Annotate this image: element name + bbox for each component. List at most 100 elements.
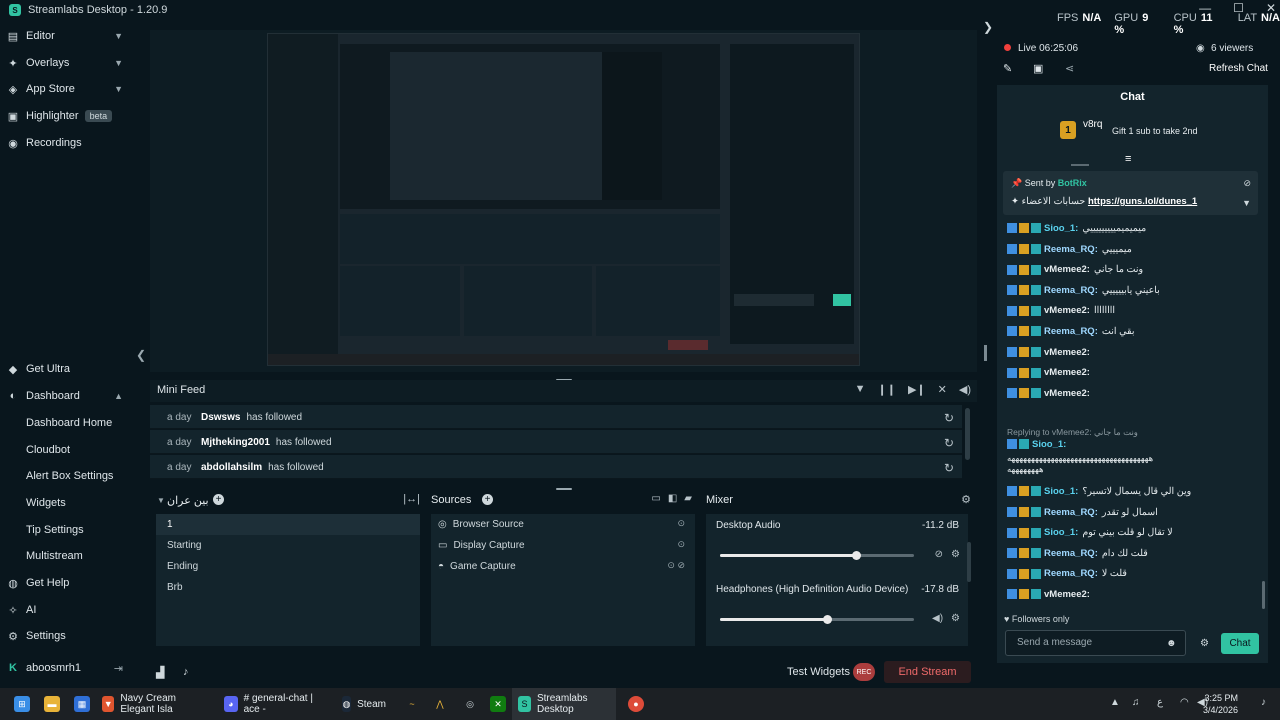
stats-chart-icon[interactable]: ▟ — [156, 666, 164, 679]
volume-icon[interactable]: ◀) — [959, 383, 971, 396]
chat-username[interactable]: Sioo_1: — [1032, 439, 1066, 450]
notification-bell-icon[interactable]: ♪ — [1261, 697, 1266, 708]
language-indicator[interactable]: ع — [1157, 697, 1163, 708]
pause-icon[interactable]: ❙❙ — [878, 383, 896, 396]
gear-icon[interactable]: ⚙ — [951, 549, 960, 560]
volume-slider[interactable] — [720, 615, 914, 624]
gear-icon[interactable]: ⚙ — [961, 493, 971, 506]
mute-alerts-icon[interactable]: ✕ — [938, 383, 947, 396]
taskbar-streamlabs[interactable]: S Streamlabs Desktop — [512, 688, 616, 720]
sidebar-item-highlighter[interactable]: ▣ Highlighter beta — [0, 103, 135, 129]
notifications-icon[interactable]: ♪ — [183, 666, 189, 678]
replay-icon[interactable]: ↻ — [944, 461, 954, 475]
source-settings-icon[interactable]: ◧ — [668, 493, 677, 504]
sidebar-item-app-store[interactable]: ◈ App Store ▼ — [0, 76, 135, 102]
taskbar-chrome[interactable]: ● — [622, 688, 650, 720]
taskbar-explorer[interactable]: ▬ — [38, 688, 66, 720]
chat-username[interactable]: Reema_RQ: — [1044, 326, 1098, 337]
volume-slider[interactable] — [720, 551, 914, 560]
expand-chat-icon[interactable]: ❯ — [983, 20, 993, 34]
source-item[interactable]: ◓ Game Capture ⊙ ⊘ — [431, 556, 695, 577]
lock-icon[interactable]: ⊙ — [677, 518, 685, 529]
chat-username[interactable]: Sioo_1: — [1044, 486, 1078, 497]
taskbar-steam[interactable]: ◍ Steam — [336, 688, 392, 720]
sidebar-item-dashboard[interactable]: ◐ Dashboard ▲ — [0, 383, 135, 409]
chat-username[interactable]: Sioo_1: — [1044, 527, 1078, 538]
chat-scrollbar[interactable] — [1262, 581, 1265, 609]
pinned-link[interactable]: https://guns.lol/dunes_1 — [1088, 196, 1197, 207]
visibility-icon[interactable]: ⊙ ⊘ — [667, 560, 685, 571]
mixer-scrollbar[interactable] — [967, 542, 971, 582]
refresh-chat-button[interactable]: Refresh Chat — [1209, 63, 1268, 74]
scene-item[interactable]: Brb — [156, 577, 420, 598]
unpin-icon[interactable]: ⊘ — [1243, 178, 1251, 189]
scene-transition-icon[interactable]: |↔| — [403, 493, 420, 505]
taskbar-app[interactable]: ⋀ — [426, 688, 454, 720]
drag-handle[interactable] — [1071, 164, 1089, 166]
send-chat-button[interactable]: Chat — [1221, 633, 1259, 654]
chevron-down-icon[interactable]: ▼ — [1242, 198, 1251, 208]
source-folder-icon[interactable]: ▰ — [684, 493, 692, 504]
source-item[interactable]: ◎ Browser Source ⊙ — [431, 514, 695, 535]
taskbar-app[interactable]: ~ — [398, 688, 426, 720]
chat-username[interactable]: Reema_RQ: — [1044, 244, 1098, 255]
scene-item[interactable]: Ending — [156, 556, 420, 577]
replay-icon[interactable]: ↻ — [944, 436, 954, 450]
chat-username[interactable]: Sioo_1: — [1044, 223, 1078, 234]
taskbar-store[interactable]: ▦ — [68, 688, 96, 720]
microphone-icon[interactable]: ♫ — [1132, 697, 1140, 708]
mute-icon[interactable]: ⊘ — [935, 549, 943, 560]
source-item[interactable]: ▭ Display Capture ⊙ — [431, 535, 695, 556]
sub-gift-leaderboard[interactable]: 1 v8rq Gift 1 sub to take 2nd — [997, 109, 1268, 149]
sidebar-item-multistream[interactable]: Multistream — [0, 543, 135, 569]
lock-icon[interactable]: ⊙ — [677, 539, 685, 550]
replay-icon[interactable]: ↻ — [944, 411, 954, 425]
share-icon[interactable]: ⋖ — [1065, 62, 1074, 75]
clock[interactable]: 3:25 PM 3/4/2026 — [1203, 692, 1238, 716]
sidebar-user[interactable]: Kaboosmrh1 ⇥ — [0, 655, 135, 681]
chat-input[interactable]: Send a message — [1005, 630, 1186, 656]
chat-username[interactable]: vMemee2: — [1044, 367, 1090, 378]
chat-username[interactable]: Reema_RQ: — [1044, 507, 1098, 518]
test-widgets-button[interactable]: Test Widgets — [787, 666, 850, 678]
gear-icon[interactable]: ⚙ — [951, 613, 960, 624]
add-scene-icon[interactable]: + — [213, 494, 224, 505]
sidebar-item-editor[interactable]: ▤ Editor ▼ — [0, 23, 135, 49]
chat-username[interactable]: vMemee2: — [1044, 589, 1090, 600]
menu-icon[interactable]: ≡ — [1125, 153, 1131, 165]
chat-username[interactable]: vMemee2: — [1044, 388, 1090, 399]
start-button[interactable]: ⊞ — [8, 688, 36, 720]
taskbar-brave[interactable]: ▼ Navy Cream Elegant Isla — [96, 688, 212, 720]
chat-username[interactable]: Reema_RQ: — [1044, 568, 1098, 579]
record-button[interactable]: REC — [853, 663, 875, 681]
mini-feed-scrollbar[interactable] — [965, 408, 970, 460]
sidebar-item-recordings[interactable]: ◉ Recordings — [0, 130, 135, 156]
logout-icon[interactable]: ⇥ — [114, 662, 123, 675]
collapse-sidebar-icon[interactable]: ❮ — [136, 348, 146, 362]
scene-item[interactable]: 1 — [156, 514, 420, 535]
taskbar-app[interactable]: ◎ — [456, 688, 484, 720]
chat-username[interactable]: vMemee2: — [1044, 305, 1090, 316]
chat-username[interactable]: vMemee2: — [1044, 347, 1090, 358]
taskbar-xbox[interactable]: ✕ — [484, 688, 512, 720]
source-group-icon[interactable]: ▭ — [651, 493, 660, 504]
chat-username[interactable]: Reema_RQ: — [1044, 548, 1098, 559]
sidebar-item-tip-settings[interactable]: Tip Settings — [0, 517, 135, 543]
sidebar-item-ai[interactable]: ✧ AI — [0, 597, 135, 623]
resize-handle[interactable] — [984, 345, 987, 361]
chat-username[interactable]: vMemee2: — [1044, 264, 1090, 275]
media-icon[interactable]: ▣ — [1033, 62, 1043, 75]
stream-preview[interactable] — [267, 33, 860, 366]
edit-icon[interactable]: ✎ — [1003, 62, 1012, 75]
gear-icon[interactable]: ⚙ — [1200, 638, 1209, 649]
wifi-icon[interactable]: ◠ — [1180, 697, 1189, 708]
sidebar-item-widgets[interactable]: Widgets — [0, 490, 135, 516]
sidebar-item-dashboard-home[interactable]: Dashboard Home — [0, 410, 135, 436]
add-source-icon[interactable]: + — [482, 494, 493, 505]
end-stream-button[interactable]: End Stream — [884, 661, 971, 683]
sidebar-item-alert-box-settings[interactable]: Alert Box Settings — [0, 463, 135, 489]
sidebar-item-settings[interactable]: ⚙ Settings — [0, 623, 135, 649]
chat-username[interactable]: Reema_RQ: — [1044, 285, 1098, 296]
skip-icon[interactable]: ▶❙ — [908, 383, 926, 396]
sidebar-item-get-help[interactable]: ◍ Get Help — [0, 570, 135, 596]
